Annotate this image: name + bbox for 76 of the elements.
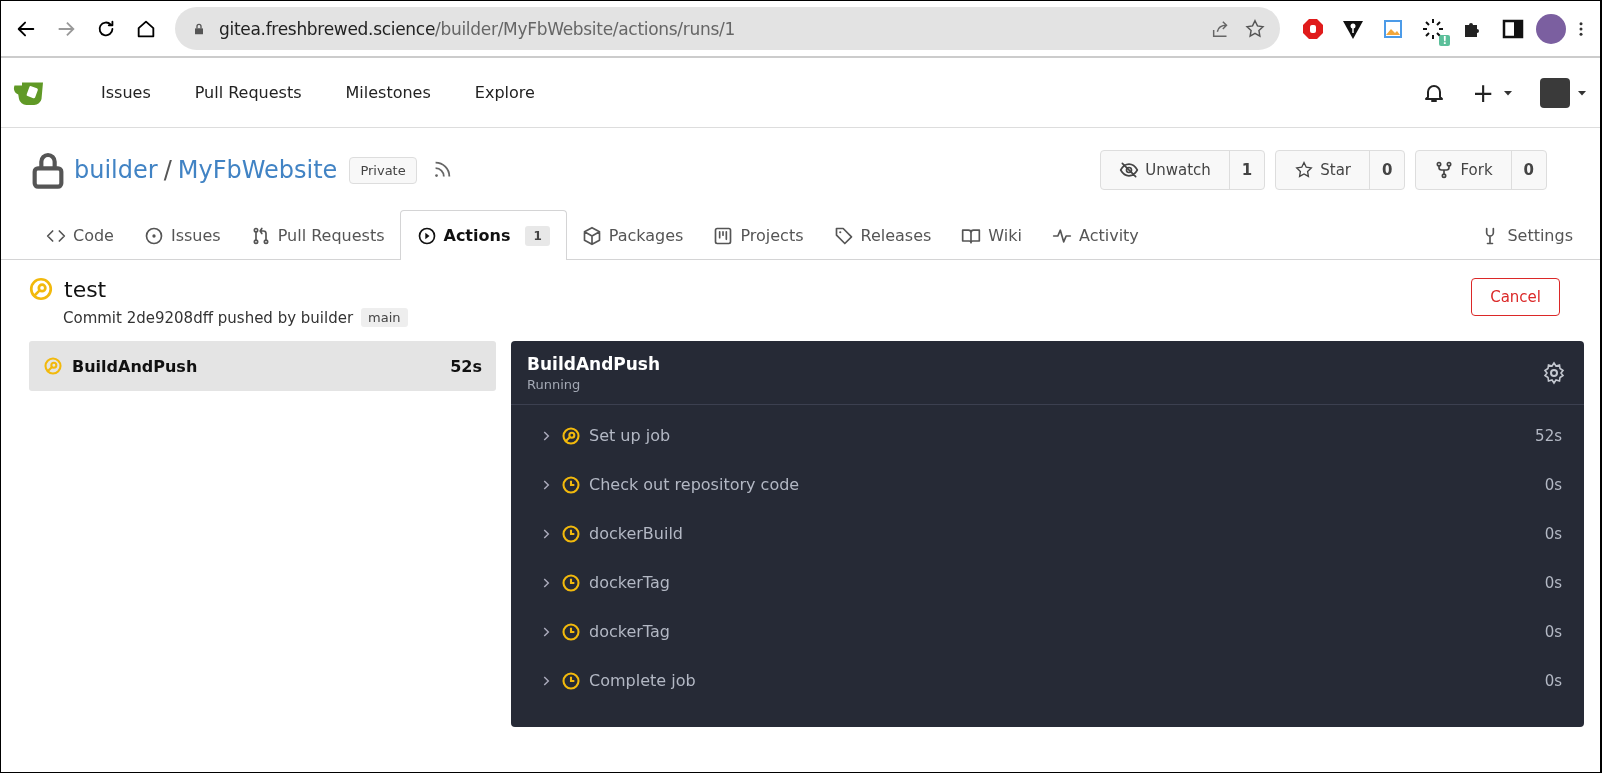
clock-icon xyxy=(561,523,581,544)
play-circle-icon xyxy=(416,225,437,246)
job-status: Running xyxy=(527,376,582,392)
tab-count-badge: 1 xyxy=(525,225,550,246)
nav-link[interactable]: Milestones xyxy=(323,83,453,102)
spinner-icon[interactable] xyxy=(1421,16,1445,41)
running-status-icon xyxy=(28,276,54,302)
project-board-icon xyxy=(713,225,734,246)
step-name: Check out repository code xyxy=(589,475,800,494)
settings-icon[interactable] xyxy=(1542,360,1566,385)
job-step[interactable]: Set up job 52s xyxy=(511,411,1584,460)
job-step[interactable]: Complete job 0s xyxy=(511,656,1584,705)
clock-icon xyxy=(561,474,581,495)
eye-slash-icon xyxy=(1119,160,1140,180)
step-duration: 0s xyxy=(1544,475,1562,494)
path-separator: / xyxy=(163,156,172,184)
step-name: Complete job xyxy=(589,671,696,690)
step-name: dockerTag xyxy=(589,573,670,592)
repo-tab[interactable]: Packages xyxy=(566,210,699,260)
watch-count[interactable]: 1 xyxy=(1228,151,1265,189)
tag-icon xyxy=(833,225,854,246)
branch-label[interactable]: main xyxy=(361,308,408,327)
step-duration: 0s xyxy=(1544,622,1562,641)
repo-tab[interactable]: Wiki xyxy=(946,210,1037,260)
nav-link[interactable]: Issues xyxy=(79,83,173,102)
repo-tab[interactable]: Issues xyxy=(128,210,236,260)
job-name: BuildAndPush xyxy=(72,356,198,376)
job-step[interactable]: dockerTag 0s xyxy=(511,607,1584,656)
running-status-icon xyxy=(561,425,581,446)
repo-tab[interactable]: Releases xyxy=(818,210,947,260)
run-title: test xyxy=(64,276,107,302)
job-step[interactable]: dockerTag 0s xyxy=(511,558,1584,607)
step-name: Set up job xyxy=(589,426,671,445)
step-duration: 0s xyxy=(1544,671,1562,690)
fork-count[interactable]: 0 xyxy=(1510,151,1546,189)
job-item[interactable]: BuildAndPush 52s xyxy=(29,341,496,391)
extension-badge: ! xyxy=(1439,34,1450,46)
step-name: dockerBuild xyxy=(589,524,684,543)
url-text: gitea.freshbrewed.science/builder/MyFbWebsite/actions/runs/1 xyxy=(219,18,736,39)
job-title: BuildAndPush xyxy=(527,353,662,374)
running-status-icon xyxy=(43,356,63,376)
create-menu-button[interactable]: + xyxy=(1472,77,1514,108)
address-bar[interactable]: gitea.freshbrewed.science/builder/MyFbWebsite/actions/runs/1 xyxy=(175,7,1280,50)
clock-icon xyxy=(561,621,581,642)
user-menu-button[interactable] xyxy=(1540,77,1588,108)
star-count[interactable]: 0 xyxy=(1369,151,1405,189)
nav-link[interactable]: Explore xyxy=(452,83,557,102)
cancel-button[interactable]: Cancel xyxy=(1471,278,1560,316)
star-button[interactable]: Star xyxy=(1276,151,1369,189)
package-box-icon xyxy=(581,225,602,246)
clock-icon xyxy=(561,572,581,593)
repo-tab[interactable]: Actions 1 xyxy=(399,210,567,260)
star-icon xyxy=(1294,160,1315,180)
issue-icon xyxy=(143,225,164,246)
job-step[interactable]: Check out repository code 0s xyxy=(511,460,1584,509)
repo-tab[interactable]: Activity xyxy=(1037,210,1154,260)
clock-icon xyxy=(561,670,581,691)
commit-info: Commit 2de9208dff pushed by builder xyxy=(63,308,354,327)
repo-owner-link[interactable]: builder xyxy=(74,156,158,184)
repo-tab[interactable]: Projects xyxy=(698,210,819,260)
profile-avatar[interactable] xyxy=(1536,13,1566,44)
repo-name-link[interactable]: MyFbWebsite xyxy=(177,156,338,184)
step-duration: 52s xyxy=(1535,426,1562,445)
visibility-label: Private xyxy=(349,156,417,184)
fork-button[interactable]: Fork xyxy=(1416,151,1511,189)
step-duration: 0s xyxy=(1544,524,1562,543)
star-icon[interactable] xyxy=(1244,17,1266,40)
step-duration: 0s xyxy=(1544,573,1562,592)
repo-tab[interactable]: Settings xyxy=(1465,210,1588,260)
nav-link[interactable]: Pull Requests xyxy=(172,83,324,102)
job-step[interactable]: dockerBuild 0s xyxy=(511,509,1584,558)
watch-button[interactable]: Unwatch xyxy=(1101,151,1229,189)
job-duration: 52s xyxy=(450,356,482,376)
repo-tab[interactable]: Pull Requests xyxy=(235,210,400,260)
step-name: dockerTag xyxy=(589,622,670,641)
repo-tab[interactable]: Code xyxy=(31,210,129,260)
